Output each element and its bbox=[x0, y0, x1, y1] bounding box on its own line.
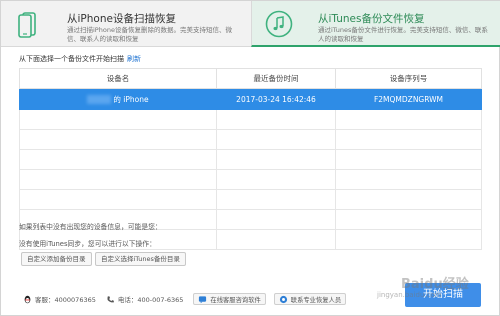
footer-bar: 客服：4000076365 电话：400-007-6365 在线客服咨询软件 联… bbox=[23, 293, 354, 305]
backup-time-cell: 2017-03-24 16:42:46 bbox=[216, 88, 336, 110]
vip-service-label: 联系专业恢复人员 bbox=[290, 296, 342, 304]
device-name-cell: 的 iPhone bbox=[19, 88, 217, 110]
vip-service-button[interactable]: 联系专业恢复人员 bbox=[273, 293, 347, 305]
tab-description: 通过iTunes备份文件进行恢复。完美支持短信、微信、联系人的读取和恢复 bbox=[318, 26, 488, 43]
select-itunes-dir-button[interactable]: 自定义选择iTunes备份目录 bbox=[95, 252, 186, 266]
table-row[interactable]: 的 iPhone 2017-03-24 16:42:46 F2MQMDZNGRW… bbox=[19, 88, 482, 110]
chat-icon bbox=[199, 295, 207, 303]
tab-itunes-backup[interactable]: 从iTunes备份文件恢复 通过iTunes备份文件进行恢复。完美支持短信、微信… bbox=[251, 1, 500, 47]
table-row-empty[interactable] bbox=[19, 189, 482, 210]
column-header-time: 最近备份时间 bbox=[216, 68, 336, 89]
start-scan-button[interactable]: 开始扫描 bbox=[405, 283, 481, 307]
table-header-row: 设备名 最近备份时间 设备序列号 bbox=[19, 68, 482, 89]
add-backup-dir-button[interactable]: 自定义添加备份目录 bbox=[21, 252, 92, 266]
phone-icon bbox=[18, 12, 36, 38]
telephone-icon bbox=[107, 295, 114, 302]
qq-number: 客服：4000076365 bbox=[35, 296, 96, 304]
help-note-1: 如果列表中没有出现您的设备信息，可能是您： bbox=[19, 223, 162, 231]
recovery-app-window: 从iPhone设备扫描恢复 通过扫描iPhone设备恢复删除的数据。完美支持短信… bbox=[0, 0, 500, 316]
column-header-serial: 设备序列号 bbox=[335, 68, 482, 89]
online-service-button[interactable]: 在线客服咨询软件 bbox=[193, 293, 266, 305]
help-note-2: 没有使用iTunes同步，您可以进行以下操作： bbox=[19, 240, 156, 248]
qq-support: 客服：4000076365 bbox=[23, 294, 96, 304]
refresh-link[interactable]: 刷新 bbox=[127, 55, 141, 63]
table-row-empty[interactable] bbox=[19, 149, 482, 170]
music-note-icon bbox=[265, 10, 293, 38]
tab-title: 从iTunes备份文件恢复 bbox=[318, 13, 425, 25]
instruction-text: 从下面选择一个备份文件开始扫描 刷新 bbox=[19, 54, 141, 64]
headset-icon bbox=[279, 295, 287, 303]
phone-number: 电话：400-007-6365 bbox=[117, 296, 184, 304]
tab-title: 从iPhone设备扫描恢复 bbox=[67, 13, 176, 25]
column-header-device: 设备名 bbox=[19, 68, 217, 89]
instruction-label: 从下面选择一个备份文件开始扫描 bbox=[19, 55, 124, 63]
table-row-empty[interactable] bbox=[19, 109, 482, 130]
tab-description: 通过扫描iPhone设备恢复删除的数据。完美支持短信、微信、联系人的读取和恢复 bbox=[67, 26, 232, 43]
redacted-name bbox=[87, 95, 112, 104]
qq-penguin-icon bbox=[24, 295, 31, 303]
table-row-empty[interactable] bbox=[19, 169, 482, 190]
tab-device-scan[interactable]: 从iPhone设备扫描恢复 通过扫描iPhone设备恢复删除的数据。完美支持短信… bbox=[1, 1, 251, 47]
table-row-empty[interactable] bbox=[19, 129, 482, 150]
device-name: 的 iPhone bbox=[113, 94, 149, 104]
mode-tabs: 从iPhone设备扫描恢复 通过扫描iPhone设备恢复删除的数据。完美支持短信… bbox=[1, 1, 500, 47]
serial-cell: F2MQMDZNGRWM bbox=[335, 88, 482, 110]
phone-support: 电话：400-007-6365 bbox=[106, 294, 184, 304]
online-service-label: 在线客服咨询软件 bbox=[210, 296, 261, 304]
